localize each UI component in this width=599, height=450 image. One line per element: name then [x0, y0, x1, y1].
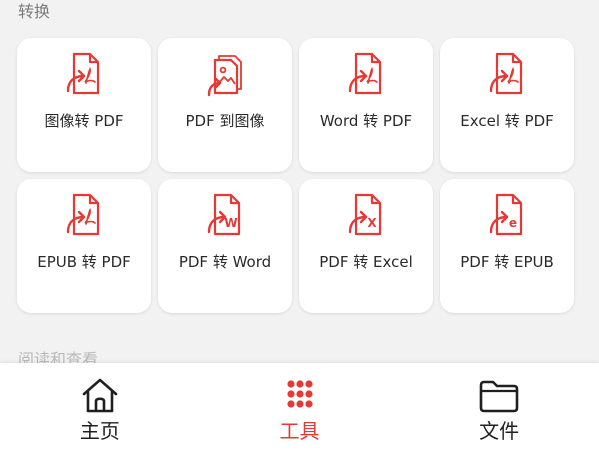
tool-excel-to-pdf[interactable]: Excel 转 PDF — [440, 38, 574, 172]
tool-label: PDF 到图像 — [185, 112, 265, 130]
home-icon — [82, 378, 118, 413]
tool-label: Word 转 PDF — [319, 112, 413, 130]
nav-label-tools: 工具 — [279, 419, 320, 443]
tool-pdf-to-word[interactable]: W PDF 转 Word — [158, 179, 292, 313]
nav-home[interactable]: 主页 — [0, 363, 200, 450]
tool-label: PDF 转 Excel — [319, 253, 413, 271]
tool-pdf-to-epub[interactable]: e PDF 转 EPUB — [440, 179, 574, 313]
tool-label: Excel 转 PDF — [460, 112, 554, 130]
tool-label: 图像转 PDF — [44, 112, 124, 130]
tool-label: PDF 转 EPUB — [460, 253, 554, 271]
section-title-convert: 转换 — [18, 2, 51, 21]
word-badge: W — [224, 216, 237, 230]
tools-grid: 图像转 PDF PDF 到图像 Word 转 PDF Excel 转 PDF E… — [17, 38, 576, 313]
nav-label-files: 文件 — [479, 419, 520, 443]
nav-label-home: 主页 — [79, 419, 120, 443]
nav-tools[interactable]: 工具 — [200, 363, 400, 450]
file-convert-pdf-icon — [66, 193, 100, 236]
file-convert-excel-icon: X — [348, 193, 382, 236]
tool-word-to-pdf[interactable]: Word 转 PDF — [299, 38, 433, 172]
section-title-read-view: 阅读和查看 — [18, 350, 99, 364]
bottom-nav: 主页 工具 文件 — [0, 363, 599, 450]
tool-epub-to-pdf[interactable]: EPUB 转 PDF — [17, 179, 151, 313]
tool-label: EPUB 转 PDF — [37, 253, 131, 271]
file-convert-word-icon: W — [207, 193, 241, 236]
tool-image-to-pdf[interactable]: 图像转 PDF — [17, 38, 151, 172]
image-file-convert-icon — [207, 55, 242, 97]
folder-icon — [479, 380, 519, 413]
epub-badge: e — [509, 216, 517, 230]
file-convert-pdf-icon — [348, 52, 382, 95]
file-convert-epub-icon: e — [489, 193, 523, 236]
file-convert-pdf-icon — [66, 52, 100, 95]
tool-label: PDF 转 Word — [178, 253, 272, 271]
tool-pdf-to-excel[interactable]: X PDF 转 Excel — [299, 179, 433, 313]
excel-badge: X — [367, 216, 377, 230]
file-convert-pdf-icon — [489, 52, 523, 95]
nav-files[interactable]: 文件 — [399, 363, 599, 450]
tools-grid-icon — [286, 380, 313, 408]
tool-pdf-to-image[interactable]: PDF 到图像 — [158, 38, 292, 172]
